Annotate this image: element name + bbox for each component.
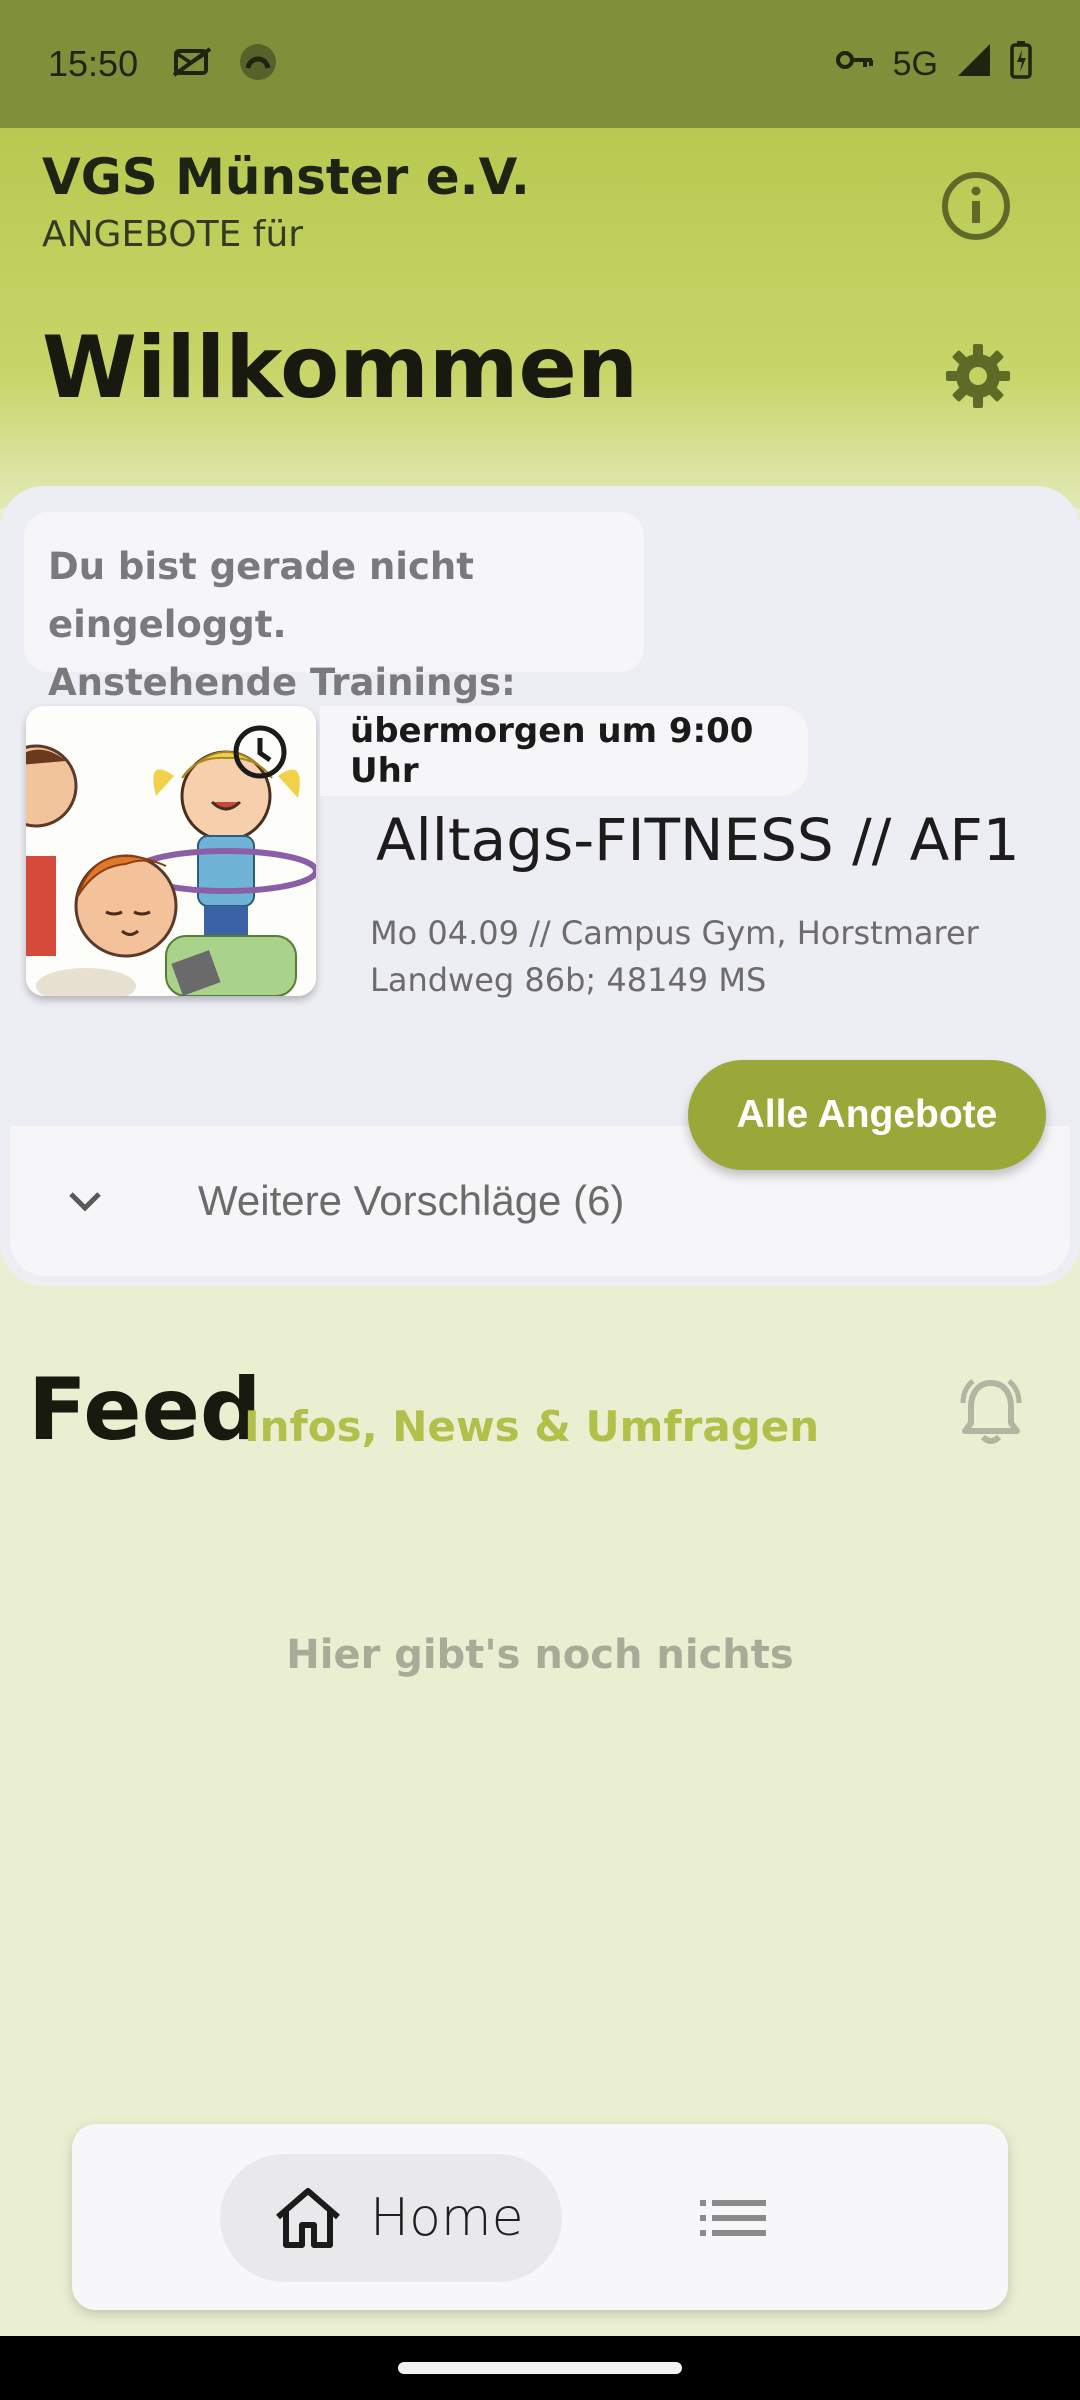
clock-icon (232, 724, 288, 780)
signal-icon (956, 42, 992, 87)
nav-list-tab[interactable] (698, 2186, 768, 2250)
bell-ringing-icon (960, 1379, 1022, 1444)
feed-subtitle: Infos, News & Umfragen (244, 1402, 820, 1451)
header: VGS Münster e.V. ANGEBOTE für Willkommen (0, 128, 1080, 508)
course-title[interactable]: Alltags-FITNESS // AF1 (376, 806, 1020, 874)
nav-home-label: Home (370, 2188, 524, 2248)
battery-icon (1010, 40, 1032, 88)
login-note-text: Du bist gerade nicht eingeloggt. (48, 545, 474, 646)
home-icon (276, 2188, 340, 2248)
info-button[interactable] (938, 168, 1014, 244)
all-offers-button[interactable]: Alle Angebote (688, 1060, 1046, 1170)
bottom-navigation: Home (72, 2124, 1008, 2310)
feed-title: Feed (28, 1360, 262, 1460)
org-subtitle: ANGEBOTE für (42, 214, 304, 255)
org-title: VGS Münster e.V. (42, 148, 530, 206)
upcoming-trainings-label: Anstehende Trainings: (48, 661, 516, 704)
settings-button[interactable] (940, 338, 1016, 414)
notifications-button[interactable] (950, 1370, 1032, 1452)
training-time-pill: übermorgen um 9:00 Uhr (320, 706, 808, 796)
course-detail: Mo 04.09 // Campus Gym, Horstmarer Landw… (370, 914, 979, 999)
app-circle-icon (238, 42, 278, 87)
welcome-heading: Willkommen (42, 318, 639, 418)
vpn-key-icon (835, 45, 875, 84)
info-icon (942, 172, 1010, 240)
mail-off-icon (172, 45, 212, 84)
list-icon (700, 2200, 766, 2236)
more-suggestions-label: Weitere Vorschläge (6) (198, 1177, 625, 1224)
upcoming-trainings-card: Du bist gerade nicht eingeloggt. Anstehe… (0, 486, 1080, 1286)
home-gesture-handle[interactable] (398, 2362, 682, 2374)
login-status-note: Du bist gerade nicht eingeloggt. Anstehe… (24, 512, 644, 704)
chevron-down-icon (60, 1176, 110, 1226)
status-time: 15:50 (48, 43, 139, 84)
status-bar: 15:50 5G (0, 0, 1080, 128)
nav-home-tab[interactable]: Home (220, 2154, 562, 2282)
feed-empty-text: Hier gibt's noch nichts (286, 1632, 794, 1678)
gear-icon (946, 344, 1010, 408)
network-type: 5G (892, 44, 938, 83)
